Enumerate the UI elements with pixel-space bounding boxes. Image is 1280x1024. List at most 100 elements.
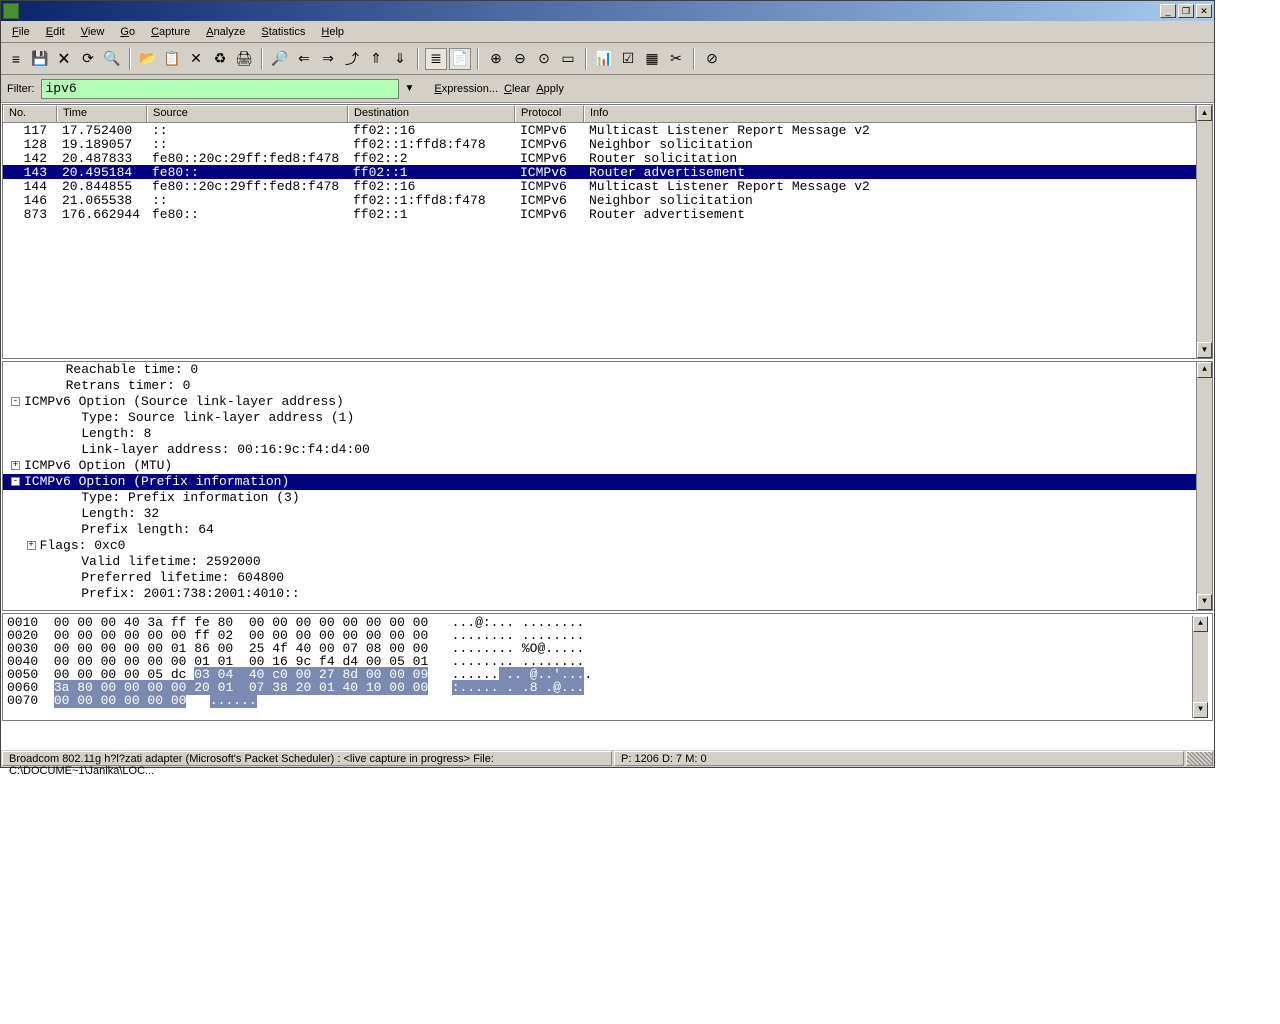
tree-line[interactable]: Prefix length: 64	[3, 522, 1196, 538]
toolbar-cap1-icon[interactable]: 📊	[593, 48, 615, 70]
column-header[interactable]: Destination	[348, 105, 515, 122]
statusbar: Broadcom 802.11g h?l?zati adapter (Micro…	[1, 749, 1214, 767]
toolbar-save2-icon[interactable]: 📋	[161, 48, 183, 70]
toolbar-tools-icon[interactable]: ✂	[665, 48, 687, 70]
tree-line[interactable]: Retrans timer: 0	[3, 378, 1196, 394]
packet-details-pane: Reachable time: 0 Retrans timer: 0-ICMPv…	[2, 361, 1213, 611]
packet-list-scrollbar[interactable]: ▲ ▼	[1196, 105, 1212, 358]
app-icon	[3, 3, 19, 19]
toolbar-back-icon[interactable]: ⇐	[293, 48, 315, 70]
tree-toggle-icon[interactable]: +	[11, 461, 20, 470]
scroll-up-icon[interactable]: ▲	[1197, 105, 1212, 121]
scroll-down-icon[interactable]: ▼	[1197, 594, 1212, 610]
tree-toggle-icon[interactable]: +	[27, 541, 36, 550]
toolbar-zoom-in-icon[interactable]: ⊕	[485, 48, 507, 70]
packet-row[interactable]: 14420.844855fe80::20c:29ff:fed8:f478ff02…	[3, 179, 1196, 193]
toolbar-find-icon[interactable]: 🔍	[101, 48, 123, 70]
menu-view[interactable]: View	[74, 24, 112, 40]
toolbar-open-icon[interactable]: 📂	[137, 48, 159, 70]
titlebar: _ ❐ ✕	[1, 1, 1214, 21]
toolbar-reload-icon[interactable]: ⟳	[77, 48, 99, 70]
details-scrollbar[interactable]: ▲ ▼	[1196, 362, 1212, 610]
toolbar-list-icon[interactable]: ≡	[5, 48, 27, 70]
tree-line[interactable]: +Flags: 0xc0	[3, 538, 1196, 554]
packet-list-pane: No. TimeSourceDestinationProtocolInfo 11…	[2, 104, 1213, 359]
toolbar-resize-icon[interactable]: ▭	[557, 48, 579, 70]
toolbar-refresh-icon[interactable]: ♻	[209, 48, 231, 70]
scroll-up-icon[interactable]: ▲	[1197, 362, 1212, 378]
packet-bytes-pane: 0010 00 00 00 40 3a ff fe 80 00 00 00 00…	[2, 613, 1213, 721]
scroll-down-icon[interactable]: ▼	[1197, 342, 1212, 358]
packet-row[interactable]: 11717.752400::ff02::16ICMPv6Multicast Li…	[3, 123, 1196, 137]
tree-line[interactable]: +ICMPv6 Option (MTU)	[3, 458, 1196, 474]
filter-dropdown-icon[interactable]: ▼	[405, 83, 415, 94]
packet-row[interactable]: 12819.189057::ff02::1:ffd8:f478ICMPv6Nei…	[3, 137, 1196, 151]
toolbar-x-icon[interactable]: ✕	[185, 48, 207, 70]
toolbar-view2-icon[interactable]: 📄	[449, 48, 471, 70]
column-header[interactable]: Info	[584, 105, 1196, 122]
tree-line[interactable]: Type: Source link-layer address (1)	[3, 410, 1196, 426]
toolbar-fwd-icon[interactable]: ⇒	[317, 48, 339, 70]
menubar: FileEditViewGoCaptureAnalyzeStatisticsHe…	[1, 21, 1214, 43]
column-header[interactable]: Source	[147, 105, 348, 122]
tree-line[interactable]: Length: 8	[3, 426, 1196, 442]
toolbar-cap2-icon[interactable]: ☑	[617, 48, 639, 70]
column-header[interactable]: Protocol	[515, 105, 584, 122]
toolbar-search-icon[interactable]: 🔎	[269, 48, 291, 70]
packet-row[interactable]: 14621.065538::ff02::1:ffd8:f478ICMPv6Nei…	[3, 193, 1196, 207]
hex-scrollbar[interactable]: ▲ ▼	[1192, 616, 1208, 718]
toolbar-print-icon[interactable]: 🖨	[233, 48, 255, 70]
maximize-button[interactable]: ❐	[1178, 4, 1194, 18]
toolbar-cap3-icon[interactable]: ▦	[641, 48, 663, 70]
status-right: P: 1206 D: 7 M: 0	[614, 751, 1184, 766]
packet-row[interactable]: 873176.662944fe80::ff02::1ICMPv6Router a…	[3, 207, 1196, 221]
toolbar-down-icon[interactable]: ⇓	[389, 48, 411, 70]
toolbar-view1-icon[interactable]: ≣	[425, 48, 447, 70]
scroll-down-icon[interactable]: ▼	[1193, 702, 1208, 718]
minimize-button[interactable]: _	[1160, 4, 1176, 18]
packet-list-rows[interactable]: 11717.752400::ff02::16ICMPv6Multicast Li…	[3, 123, 1196, 221]
window-controls: _ ❐ ✕	[1160, 4, 1212, 18]
tree-line[interactable]: Reachable time: 0	[3, 362, 1196, 378]
menu-capture[interactable]: Capture	[144, 24, 197, 40]
clear-button[interactable]: Clear	[504, 83, 530, 95]
expression-button[interactable]: Expression...	[434, 83, 498, 95]
column-header[interactable]: No.	[3, 105, 57, 122]
tree-toggle-icon[interactable]: -	[11, 397, 20, 406]
toolbar-zoom-out-icon[interactable]: ⊖	[509, 48, 531, 70]
toolbar-save-icon[interactable]: 💾	[29, 48, 51, 70]
toolbar-zoom-1-icon[interactable]: ⊙	[533, 48, 555, 70]
hex-line[interactable]: 0070 00 00 00 00 00 00 ......	[7, 694, 1192, 707]
toolbar-up-icon[interactable]: ⇑	[365, 48, 387, 70]
column-header[interactable]: Time	[57, 105, 147, 122]
tree-line[interactable]: -ICMPv6 Option (Prefix information)	[3, 474, 1196, 490]
toolbar-close-icon[interactable]: 🗙	[53, 48, 75, 70]
tree-line[interactable]: Link-layer address: 00:16:9c:f4:d4:00	[3, 442, 1196, 458]
app-window: _ ❐ ✕ FileEditViewGoCaptureAnalyzeStatis…	[0, 0, 1215, 768]
resize-grip[interactable]	[1186, 751, 1213, 766]
tree-toggle-icon[interactable]: -	[11, 477, 20, 486]
tree-line[interactable]: -ICMPv6 Option (Source link-layer addres…	[3, 394, 1196, 410]
status-left: Broadcom 802.11g h?l?zati adapter (Micro…	[2, 751, 612, 766]
tree-line[interactable]: Length: 32	[3, 506, 1196, 522]
tree-line[interactable]: Type: Prefix information (3)	[3, 490, 1196, 506]
menu-go[interactable]: Go	[113, 24, 142, 40]
menu-analyze[interactable]: Analyze	[199, 24, 252, 40]
menu-edit[interactable]: Edit	[39, 24, 72, 40]
menu-help[interactable]: Help	[314, 24, 351, 40]
apply-button[interactable]: Apply	[536, 83, 564, 95]
tree-line[interactable]: Valid lifetime: 2592000	[3, 554, 1196, 570]
packet-row[interactable]: 14220.487833fe80::20c:29ff:fed8:f478ff02…	[3, 151, 1196, 165]
close-button[interactable]: ✕	[1196, 4, 1212, 18]
toolbar-stop-icon[interactable]: ⊘	[701, 48, 723, 70]
filter-input[interactable]	[41, 79, 399, 99]
menu-file[interactable]: File	[5, 24, 37, 40]
tree-line[interactable]: Preferred lifetime: 604800	[3, 570, 1196, 586]
scroll-up-icon[interactable]: ▲	[1193, 616, 1208, 632]
filterbar: Filter: ▼ Expression... Clear Apply	[1, 75, 1214, 103]
tree-line[interactable]: Prefix: 2001:738:2001:4010::	[3, 586, 1196, 602]
packet-row[interactable]: 14320.495184fe80::ff02::1ICMPv6Router ad…	[3, 165, 1196, 179]
menu-statistics[interactable]: Statistics	[254, 24, 312, 40]
toolbar-up-jump-icon[interactable]: ⤴	[341, 48, 363, 70]
filter-label: Filter:	[7, 83, 35, 95]
